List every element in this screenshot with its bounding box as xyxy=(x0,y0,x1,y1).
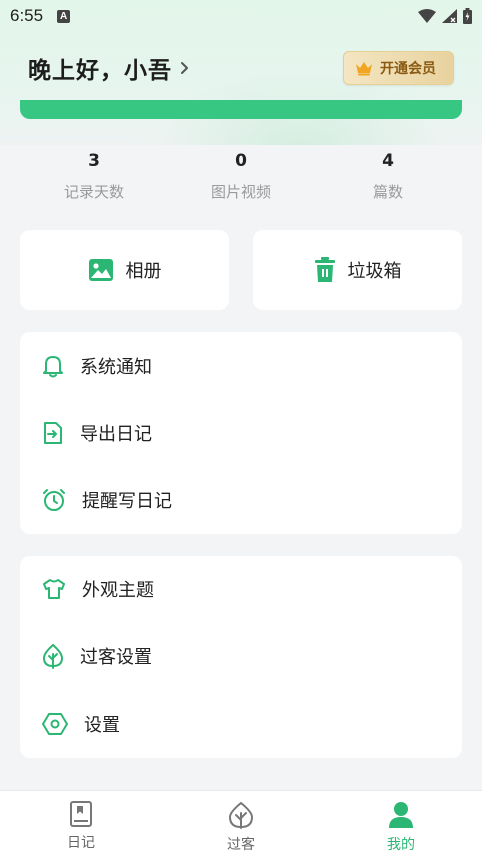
wifi-icon xyxy=(418,9,436,23)
notification-icon: A xyxy=(57,9,71,23)
leaf-icon xyxy=(42,643,64,669)
tab-diary[interactable]: 日记 xyxy=(21,791,141,858)
menu-item-settings[interactable]: 设置 xyxy=(20,696,462,752)
export-icon xyxy=(44,422,62,444)
menu-label: 提醒写日记 xyxy=(82,491,172,512)
banner-strip xyxy=(20,100,462,119)
menu-item-theme[interactable]: 外观主题 xyxy=(20,561,462,617)
diary-book-icon xyxy=(70,801,92,827)
stat-media[interactable]: 0 图片视频 xyxy=(171,148,311,202)
vip-button-label: 开通会员 xyxy=(380,61,436,77)
status-bar: 6:55 A xyxy=(0,0,482,32)
chevron-right-icon xyxy=(180,61,189,75)
bell-icon xyxy=(43,356,63,378)
tab-guest[interactable]: 过客 xyxy=(181,791,301,858)
greeting-row[interactable]: 晚上好，小吾 xyxy=(28,50,189,86)
person-icon xyxy=(389,802,413,828)
menu-label: 设置 xyxy=(84,715,120,736)
tshirt-icon xyxy=(43,579,65,599)
menu-item-reminder[interactable]: 提醒写日记 xyxy=(20,472,462,528)
album-button[interactable]: 相册 xyxy=(20,230,229,310)
tab-label: 过客 xyxy=(227,837,255,853)
stat-entries[interactable]: 4 篇数 xyxy=(318,148,458,202)
menu-item-guest-settings[interactable]: 过客设置 xyxy=(20,628,462,684)
stat-label: 记录天数 xyxy=(63,183,124,201)
leaf-icon xyxy=(228,801,254,829)
stat-record-days[interactable]: 3 记录天数 xyxy=(24,148,164,202)
trash-label: 垃圾箱 xyxy=(347,261,402,282)
tab-mine[interactable]: 我的 xyxy=(341,791,461,858)
alarm-clock-icon xyxy=(43,489,65,511)
signal-icon xyxy=(442,9,457,23)
stat-value: 3 xyxy=(88,151,100,171)
stat-value: 0 xyxy=(235,151,247,171)
bottom-tab-bar: 日记 过客 我的 xyxy=(0,790,482,858)
status-time: 6:55 xyxy=(10,6,44,25)
tab-label: 我的 xyxy=(387,837,415,853)
vip-membership-button[interactable]: 开通会员 xyxy=(343,51,454,85)
status-icons xyxy=(418,8,472,24)
greeting-text: 晚上好，小吾 xyxy=(28,58,172,84)
stat-label: 图片视频 xyxy=(210,183,271,201)
stat-value: 4 xyxy=(382,151,394,171)
menu-label: 过客设置 xyxy=(80,647,152,668)
album-label: 相册 xyxy=(125,261,162,282)
battery-icon xyxy=(463,8,472,24)
stat-label: 篇数 xyxy=(372,183,403,201)
stats-row: 3 记录天数 0 图片视频 4 篇数 xyxy=(0,148,482,208)
gear-icon xyxy=(42,713,68,735)
menu-label: 系统通知 xyxy=(80,357,152,378)
trash-button[interactable]: 垃圾箱 xyxy=(253,230,462,310)
tab-label: 日记 xyxy=(67,835,95,851)
image-icon xyxy=(88,259,113,281)
trash-icon xyxy=(314,257,335,282)
menu-label: 外观主题 xyxy=(82,580,154,601)
crown-icon xyxy=(356,62,372,76)
menu-item-export-diary[interactable]: 导出日记 xyxy=(20,405,462,461)
menu-item-notifications[interactable]: 系统通知 xyxy=(20,338,462,394)
menu-label: 导出日记 xyxy=(80,424,152,445)
